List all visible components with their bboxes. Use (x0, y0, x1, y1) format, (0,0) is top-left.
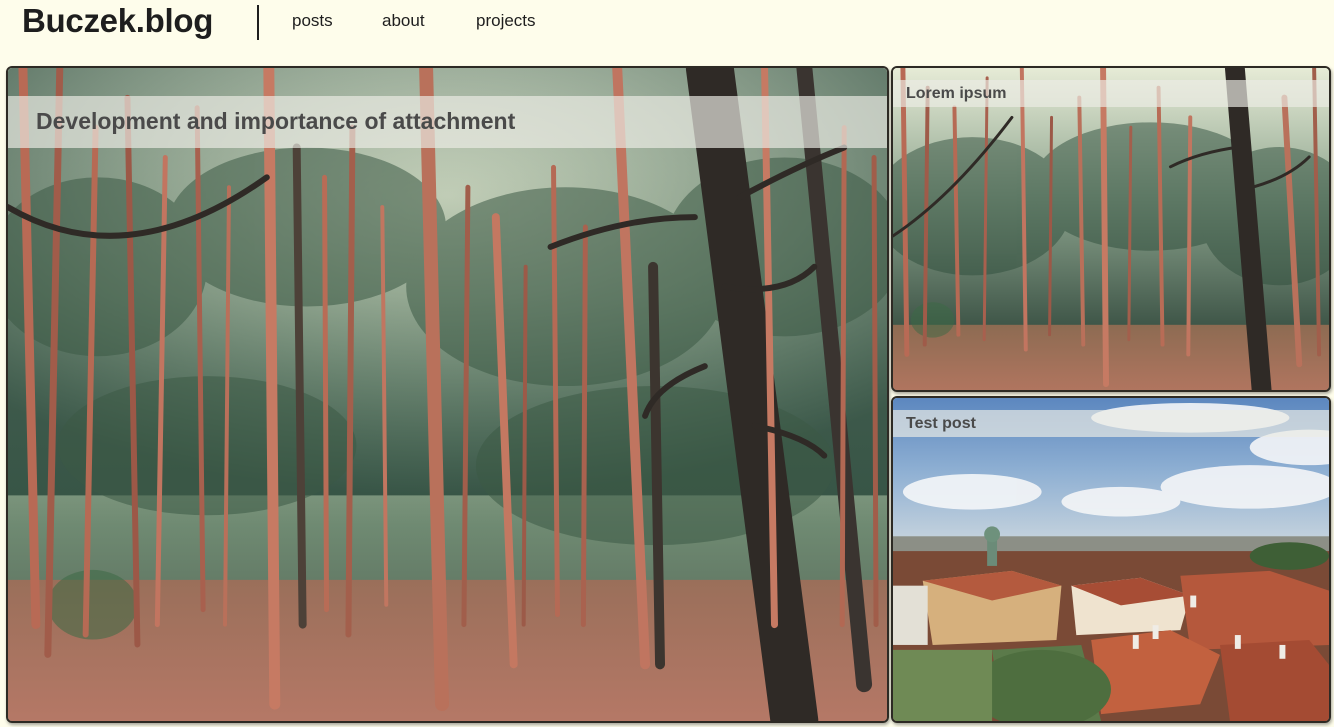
site-header: Buczek.blog posts about projects (0, 0, 1334, 62)
site-title-link[interactable]: Buczek.blog (22, 0, 213, 42)
pine-forest-photo (8, 68, 887, 721)
post-title[interactable]: Test post (906, 413, 976, 434)
post-card-featured[interactable]: Development and importance of attachment (6, 66, 889, 723)
post-title[interactable]: Development and importance of attachment (36, 106, 515, 136)
nav-link-posts[interactable]: posts (292, 10, 333, 32)
pine-forest-photo (893, 68, 1329, 390)
header-divider (257, 5, 259, 40)
nav-link-about[interactable]: about (382, 10, 425, 32)
nav-link-projects[interactable]: projects (476, 10, 536, 32)
post-title[interactable]: Lorem ipsum (906, 83, 1006, 104)
post-card-lorem-ipsum[interactable]: Lorem ipsum (891, 66, 1331, 392)
post-card-test-post[interactable]: Test post (891, 396, 1331, 723)
city-rooftops-photo (893, 398, 1329, 721)
